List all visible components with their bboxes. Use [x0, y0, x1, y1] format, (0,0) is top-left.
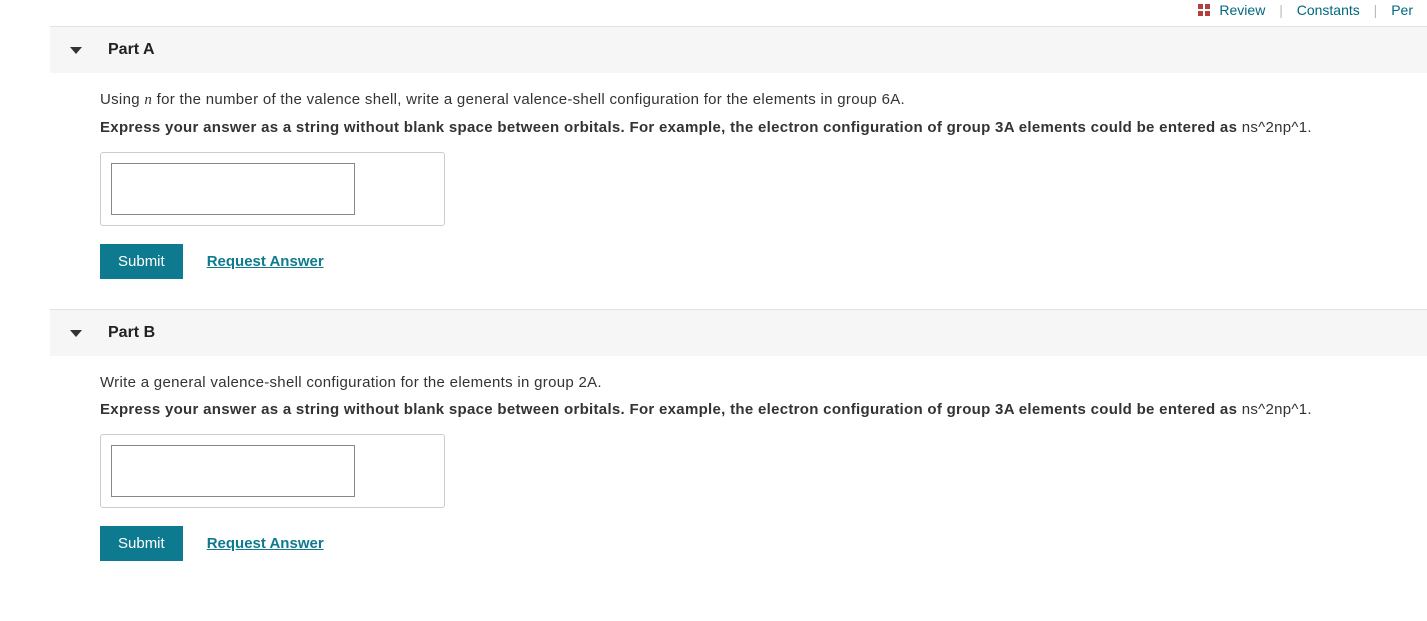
part-a-header: Part A: [50, 26, 1427, 73]
part-a-question: Using n for the number of the valence sh…: [100, 91, 1407, 109]
part-b-hint: Express your answer as a string without …: [100, 401, 1407, 418]
constants-link[interactable]: Constants: [1297, 2, 1360, 18]
question-variable: n: [144, 92, 152, 108]
hint-main: Express your answer as a string without …: [100, 119, 1242, 136]
part-b-answer-box: [100, 434, 445, 508]
periodic-link[interactable]: Per: [1391, 2, 1413, 18]
hint-main: Express your answer as a string without …: [100, 401, 1242, 418]
part-a-answer-box: [100, 152, 445, 226]
submit-button[interactable]: Submit: [100, 526, 183, 561]
part-b-title: Part B: [108, 324, 155, 342]
question-pre: Using: [100, 91, 144, 108]
question-post: for the number of the valence shell, wri…: [152, 91, 905, 108]
part-a-button-row: Submit Request Answer: [100, 244, 1407, 279]
part-a-answer-input[interactable]: [111, 163, 355, 215]
collapse-arrow-icon[interactable]: [70, 47, 82, 54]
separator: |: [1374, 2, 1378, 18]
separator: |: [1279, 2, 1283, 18]
part-b-button-row: Submit Request Answer: [100, 526, 1407, 561]
part-b-answer-input[interactable]: [111, 445, 355, 497]
submit-button[interactable]: Submit: [100, 244, 183, 279]
request-answer-link[interactable]: Request Answer: [207, 535, 324, 552]
part-b-body: Write a general valence-shell configurat…: [50, 356, 1427, 591]
top-links-bar: Review | Constants | Per: [0, 0, 1427, 26]
request-answer-link[interactable]: Request Answer: [207, 253, 324, 270]
hint-example: ns^2np^1.: [1242, 119, 1312, 136]
part-a-body: Using n for the number of the valence sh…: [50, 73, 1427, 309]
collapse-arrow-icon[interactable]: [70, 330, 82, 337]
review-link[interactable]: Review: [1219, 2, 1265, 18]
part-a-title: Part A: [108, 41, 155, 59]
part-b-header: Part B: [50, 309, 1427, 356]
part-a-hint: Express your answer as a string without …: [100, 119, 1407, 136]
part-b-question: Write a general valence-shell configurat…: [100, 374, 1407, 391]
grid-icon: [1198, 4, 1210, 16]
main-container: Part A Using n for the number of the val…: [50, 26, 1427, 591]
hint-example: ns^2np^1.: [1242, 401, 1312, 418]
